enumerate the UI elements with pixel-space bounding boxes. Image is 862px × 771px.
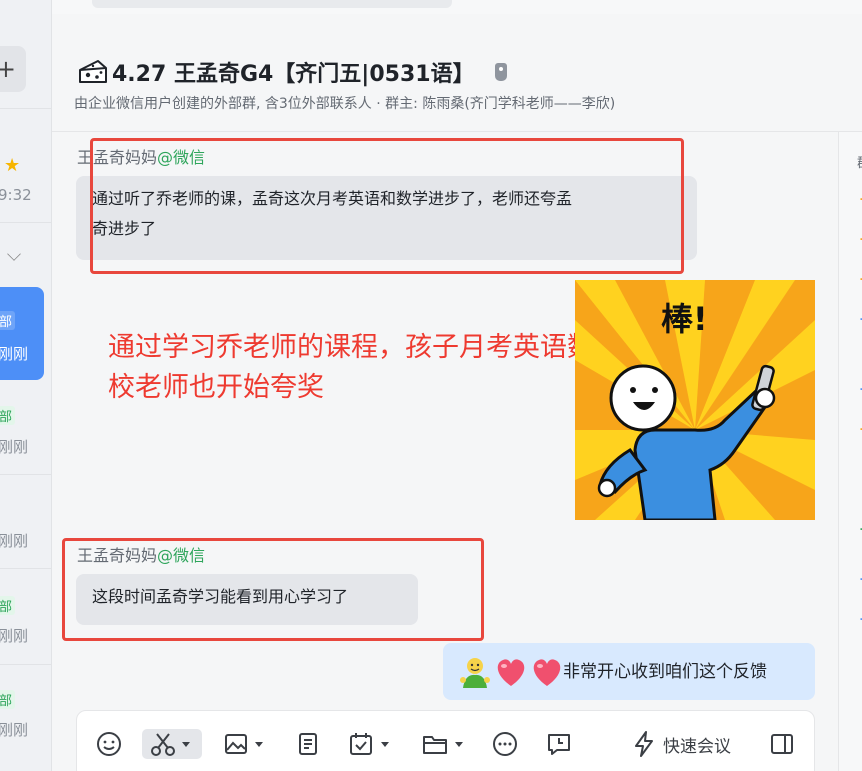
conversation-list-sidebar: + ★ 9:32 部 刚刚 部 刚刚 刚刚 部 刚刚 部 刚刚 — [0, 0, 52, 771]
add-button[interactable]: + — [0, 46, 26, 92]
sidebar-divider — [0, 474, 51, 475]
side-panel-toggle-button[interactable] — [769, 729, 795, 759]
chevron-down-icon[interactable] — [455, 741, 463, 747]
heart-icon — [497, 658, 525, 686]
conversation-preview-time: 刚刚 — [0, 721, 29, 739]
conversation-preview-time: 刚刚 — [0, 627, 29, 645]
chat-header: 4.27 王孟奇G4【齐门五|0531语】 由企业微信用户创建的外部群, 含3位… — [52, 14, 862, 132]
external-tag: 部 — [0, 406, 16, 425]
chat-title-row: 4.27 王孟奇G4【齐门五|0531语】 — [78, 56, 507, 88]
own-message-bubble[interactable]: 非常开心收到咱们这个反馈 — [443, 643, 815, 700]
chat-title: 4.27 王孟奇G4【齐门五|0531语】 — [112, 62, 475, 87]
image-button[interactable] — [223, 729, 263, 759]
external-tag: 部 — [0, 311, 16, 330]
tag-icon[interactable] — [494, 63, 507, 81]
external-tag: 部 — [0, 596, 16, 615]
conversation-preview-time: 刚刚 — [0, 438, 29, 456]
conversation-time: 9:32 — [0, 186, 32, 204]
reminder-button[interactable] — [545, 729, 573, 759]
chevron-down-icon[interactable] — [381, 741, 389, 747]
folder-button[interactable] — [421, 729, 463, 759]
highlight-box — [90, 138, 684, 274]
sidebar-divider — [0, 664, 51, 665]
right-side-panel: 群 · · · · · · · · · — [838, 132, 862, 771]
document-icon — [299, 733, 317, 755]
scissors-icon — [151, 733, 175, 756]
external-tag: 部 — [0, 690, 16, 709]
schedule-button[interactable] — [347, 729, 389, 759]
highlight-box — [62, 538, 484, 641]
sidebar-divider — [0, 568, 51, 569]
quick-meeting-button[interactable]: 快速会议 — [633, 729, 731, 759]
sticker-image[interactable]: 棒! — [575, 280, 815, 520]
tab-strip — [92, 0, 452, 8]
sticker-graphic: 棒! — [575, 280, 815, 520]
cheese-icon — [79, 60, 107, 83]
document-button[interactable] — [295, 729, 321, 759]
more-icon — [493, 732, 517, 756]
chevron-down-icon[interactable] — [182, 741, 190, 747]
conversation-preview-time: 刚刚 — [0, 345, 29, 363]
lightning-icon — [635, 731, 653, 757]
clock-message-icon — [548, 734, 570, 755]
side-panel-icon — [771, 734, 793, 754]
emoji-icon — [97, 732, 121, 756]
star-icon: ★ — [4, 155, 21, 176]
panel-marker: 群 — [857, 152, 862, 171]
quick-meeting-label: 快速会议 — [663, 736, 731, 757]
conversation-item-active[interactable]: 部 刚刚 — [0, 287, 44, 380]
chevron-down-icon[interactable] — [7, 247, 21, 261]
message-text: 非常开心收到咱们这个反馈 — [563, 661, 767, 682]
conversation-preview-time: 刚刚 — [0, 532, 29, 550]
window-top-strip — [52, 0, 862, 14]
chat-subtitle: 由企业微信用户创建的外部群, 含3位外部联系人 · 群主: 陈雨桑(齐门学科老师… — [74, 96, 616, 112]
message-composer: 快速会议 — [76, 710, 815, 771]
folder-icon — [423, 736, 447, 754]
sticker-label: 棒! — [661, 300, 708, 338]
screenshot-button[interactable] — [142, 729, 202, 759]
image-icon — [225, 734, 247, 754]
calendar-check-icon — [350, 733, 372, 755]
emoji-button[interactable] — [95, 729, 123, 759]
heart-icon — [533, 658, 561, 686]
sidebar-divider — [0, 222, 51, 223]
emoji-person-icon — [460, 657, 490, 688]
more-button[interactable] — [491, 729, 519, 759]
chevron-down-icon[interactable] — [255, 741, 263, 747]
sidebar-divider — [0, 108, 51, 109]
